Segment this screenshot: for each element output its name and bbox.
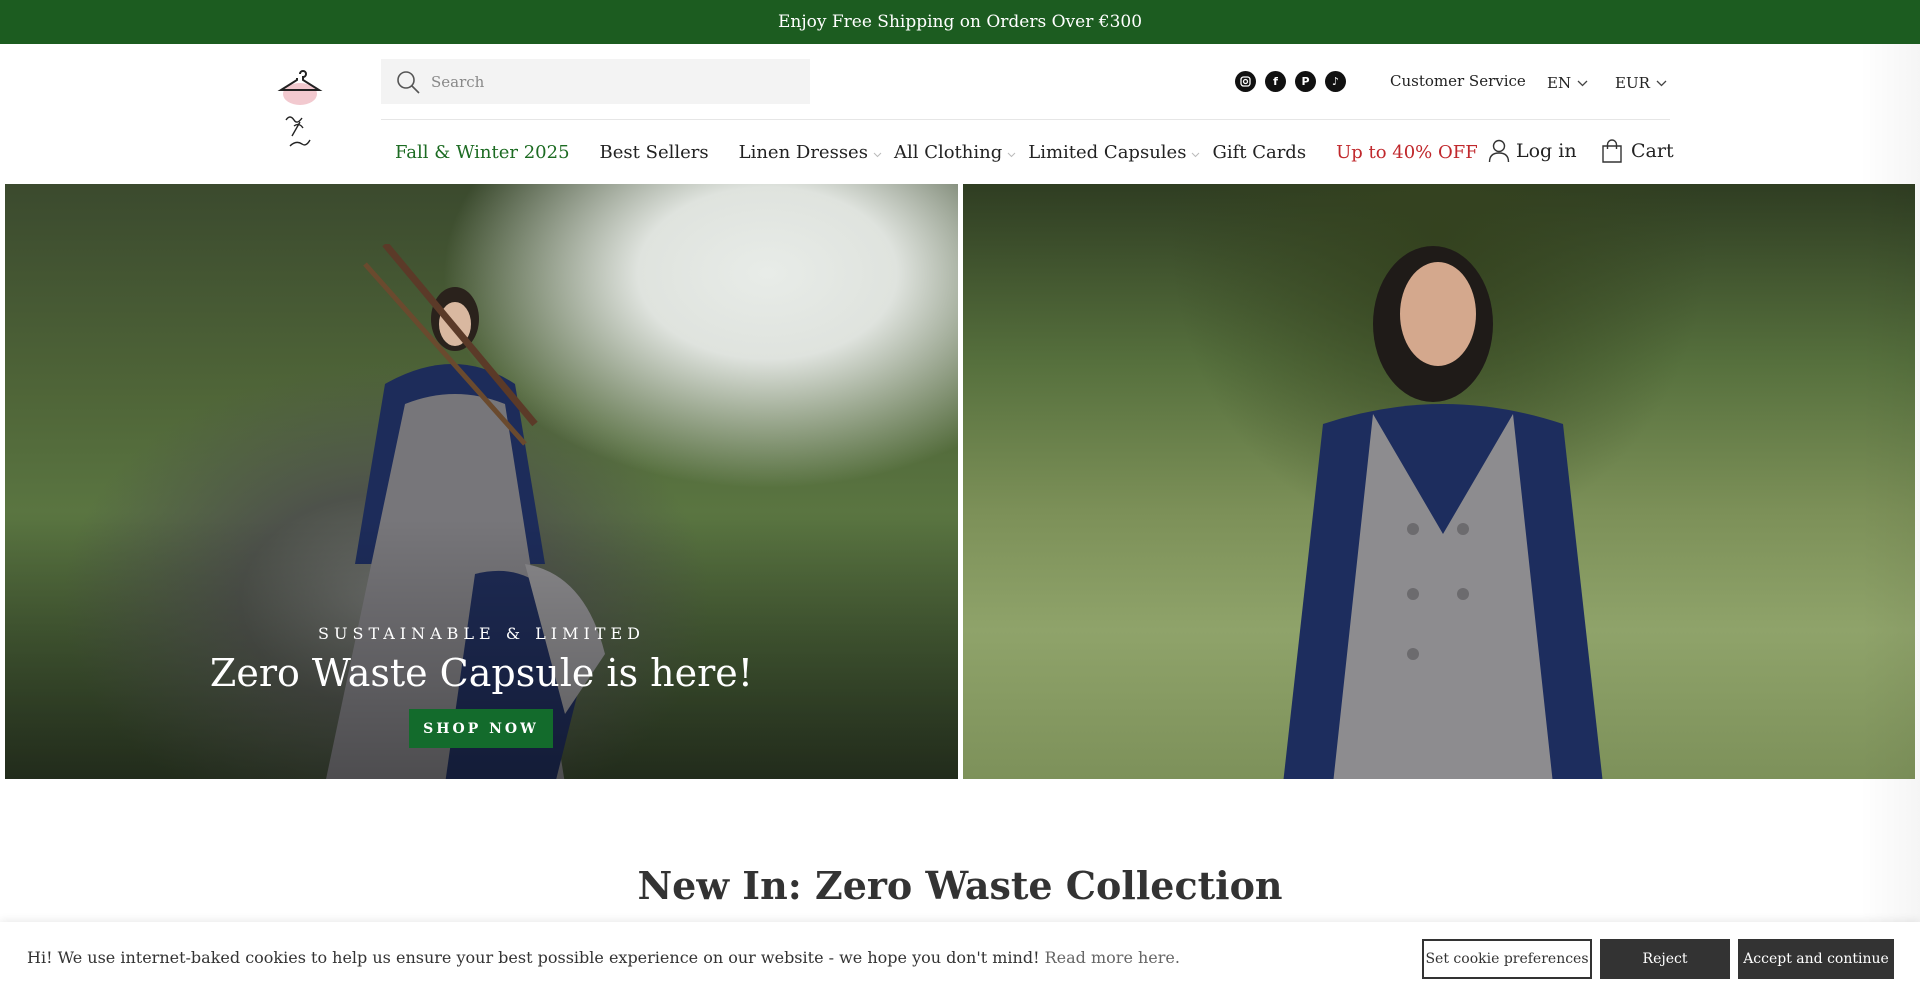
currency-value: EUR [1615,74,1650,92]
language-selector[interactable]: EN [1547,74,1588,92]
tiktok-icon[interactable]: ♪ [1325,71,1346,92]
chevron-down-icon [1007,152,1016,158]
cookie-accept-button[interactable]: Accept and continue [1738,939,1894,979]
currency-selector[interactable]: EUR [1615,74,1667,92]
cookie-message: Hi! We use internet-baked cookies to hel… [27,948,1040,967]
hero-model-image [1283,246,1603,779]
shopping-bag-icon [1602,139,1622,163]
cookie-reject-button[interactable]: Reject [1600,939,1730,979]
nav-item-best-sellers[interactable]: Best Sellers [600,142,709,163]
nav-item-label: Best Sellers [599,141,709,163]
nav-item-limited-capsules[interactable]: Limited Capsules [1028,142,1200,163]
pinterest-icon[interactable]: P [1295,71,1316,92]
announcement-text: Enjoy Free Shipping on Orders Over €300 [777,12,1143,32]
chevron-down-icon [873,152,882,158]
announcement-bar: Enjoy Free Shipping on Orders Over €300 [0,0,1920,44]
cookie-banner: Hi! We use internet-baked cookies to hel… [0,922,1920,993]
customer-service-link[interactable]: Customer Service [1390,72,1526,90]
nav-item-label: Fall & Winter 2025 [395,141,570,163]
facebook-icon[interactable]: f [1265,71,1286,92]
nav-item-label: Linen Dresses [738,141,868,163]
nav-item-label: Gift Cards [1212,141,1307,163]
nav-item-label: All Clothing [893,141,1003,163]
search-bar[interactable] [381,59,810,104]
cookie-preferences-button[interactable]: Set cookie preferences [1422,939,1592,979]
hero-banner-right[interactable] [963,184,1915,779]
nav-item-label: Limited Capsules [1028,141,1187,163]
search-input[interactable] [431,72,791,91]
cart-link[interactable]: Cart [1601,139,1674,163]
section-title: New In: Zero Waste Collection [637,863,1283,908]
chevron-down-icon [1192,152,1200,158]
login-link[interactable]: Log in [1488,139,1577,163]
nav-item-sale[interactable]: Up to 40% OFF [1336,142,1478,163]
chevron-down-icon [1656,80,1667,86]
nav-item-gift-cards[interactable]: Gift Cards [1212,142,1306,163]
nav-item-label: Up to 40% OFF [1336,141,1478,163]
cart-label: Cart [1631,140,1674,162]
hanger-logo-icon [277,70,323,147]
cookie-message-wrap: Hi! We use internet-baked cookies to hel… [27,948,1180,967]
search-icon [397,70,420,94]
main-nav: Fall & Winter 2025 Best Sellers Linen Dr… [395,139,1478,165]
hero-banner-left[interactable]: SUSTAINABLE & LIMITED Zero Waste Capsule… [5,184,958,779]
nav-item-all-clothing[interactable]: All Clothing [894,142,1016,163]
social-links: f P ♪ [1235,71,1346,92]
login-label: Log in [1516,140,1577,162]
chevron-down-icon [1577,80,1588,86]
brand-logo[interactable] [272,70,328,160]
instagram-icon[interactable] [1235,71,1256,92]
cookie-read-more-link[interactable]: Read more here. [1045,948,1180,967]
user-icon [1488,139,1510,163]
language-value: EN [1547,74,1572,92]
header-divider [381,119,1670,120]
shop-now-button[interactable]: SHOP NOW [409,709,553,748]
hero-headline: Zero Waste Capsule is here! [209,651,754,695]
nav-item-linen-dresses[interactable]: Linen Dresses [739,142,882,163]
hero-kicker: SUSTAINABLE & LIMITED [318,624,645,643]
nav-item-fall-winter[interactable]: Fall & Winter 2025 [395,142,570,163]
